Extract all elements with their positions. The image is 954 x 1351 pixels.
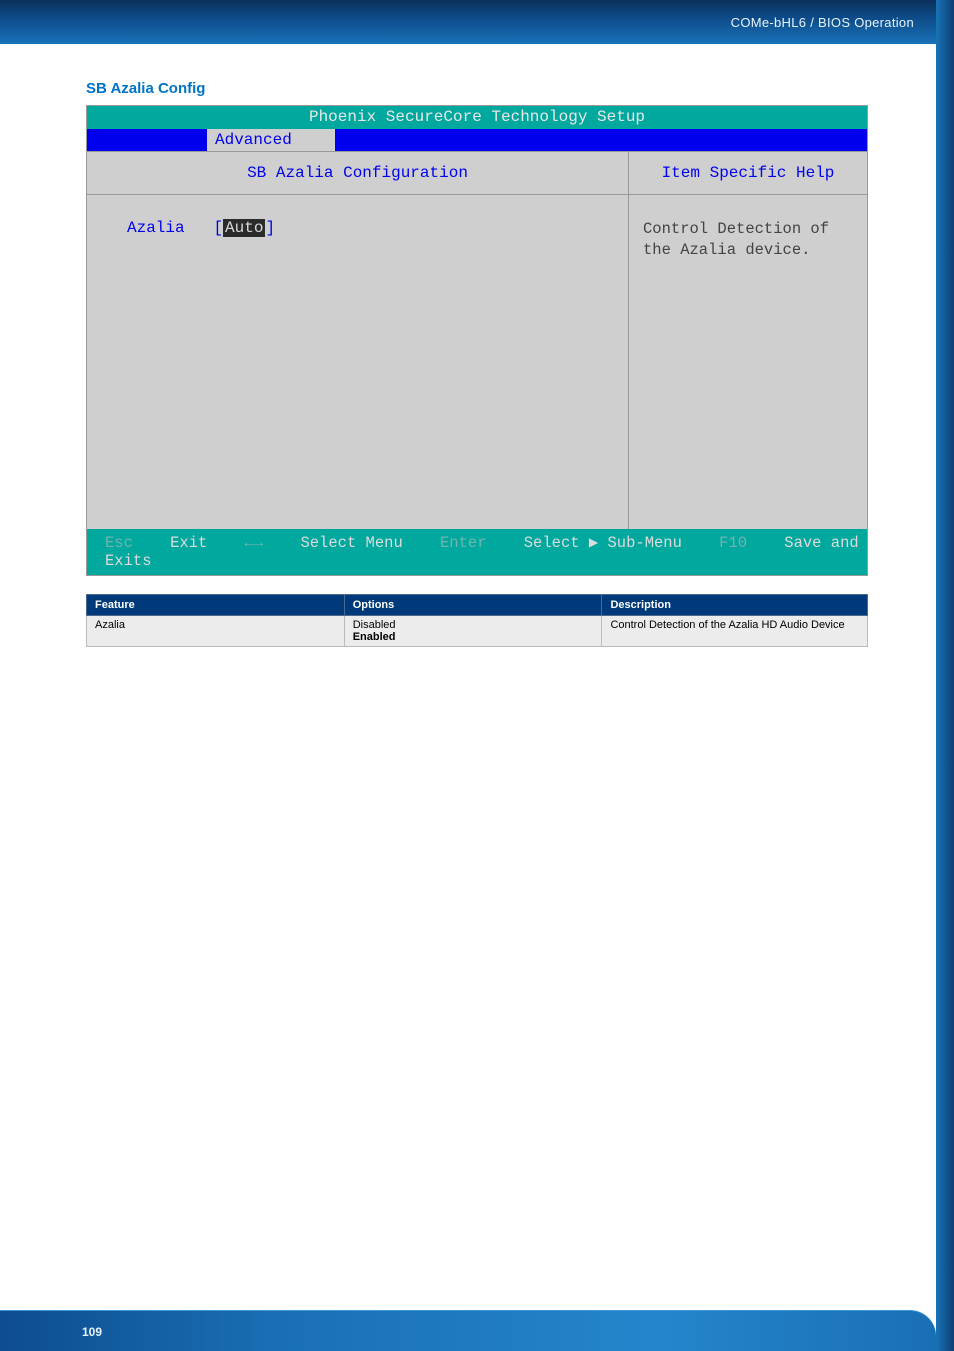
- bios-right-panel: Item Specific Help Control Detection of …: [629, 152, 867, 529]
- bios-footer-f10-key: F10: [719, 534, 747, 552]
- bios-left-panel: SB Azalia Configuration Azalia [Auto]: [87, 152, 629, 529]
- bios-help-line1: Control Detection of: [643, 220, 829, 238]
- content-area: SB Azalia Config Phoenix SecureCore Tech…: [86, 80, 868, 647]
- header-text: COMe-bHL6 / BIOS Operation: [731, 15, 914, 30]
- bios-setting-bracket-close: ]: [265, 219, 275, 237]
- bios-footer: Esc Exit ←→ Select Menu Enter Select ▶ S…: [87, 529, 867, 575]
- bios-setting-bracket-open: [: [213, 219, 223, 237]
- table-cell-feature: Azalia: [87, 616, 345, 647]
- bios-help-text: Control Detection of the Azalia device.: [629, 195, 867, 529]
- table-header-options: Options: [344, 595, 602, 616]
- table-row: Azalia Disabled Enabled Control Detectio…: [87, 616, 868, 647]
- bios-footer-exit: Exit: [170, 534, 207, 552]
- bios-screenshot: Phoenix SecureCore Technology Setup Adva…: [86, 105, 868, 576]
- feature-table: Feature Options Description Azalia Disab…: [86, 594, 868, 647]
- section-title: SB Azalia Config: [86, 80, 868, 97]
- header-inner: COMe-bHL6 / BIOS Operation: [0, 0, 936, 44]
- page-number: 109: [82, 1325, 102, 1339]
- footer-band: [0, 1310, 936, 1351]
- table-option-enabled: Enabled: [353, 631, 396, 643]
- bios-footer-esc-key: Esc: [105, 534, 133, 552]
- bios-tab-spacer: [87, 129, 207, 151]
- bios-setting-azalia[interactable]: Azalia [Auto]: [127, 219, 610, 237]
- bios-footer-enter-key: Enter: [440, 534, 487, 552]
- table-cell-options: Disabled Enabled: [344, 616, 602, 647]
- bios-footer-select-menu: Select Menu: [300, 534, 402, 552]
- bios-help-line2: the Azalia device.: [643, 241, 810, 259]
- arrows-icon: ←→: [245, 534, 264, 552]
- bios-title: Phoenix SecureCore Technology Setup: [87, 106, 867, 129]
- bios-right-title-text: Item Specific Help: [662, 164, 835, 182]
- bios-footer-select-sub: Select ▶ Sub-Menu: [524, 534, 682, 552]
- table-option-disabled: Disabled: [353, 619, 396, 631]
- table-header-feature: Feature: [87, 595, 345, 616]
- bios-setting-label: Azalia: [127, 219, 185, 237]
- right-gradient-strip: [936, 0, 954, 1351]
- table-header-row: Feature Options Description: [87, 595, 868, 616]
- page-container: COMe-bHL6 / BIOS Operation SB Azalia Con…: [0, 0, 954, 1351]
- bios-left-title-text: SB Azalia Configuration: [247, 164, 468, 182]
- table-cell-description: Control Detection of the Azalia HD Audio…: [602, 616, 868, 647]
- bios-tab-bar: Advanced: [87, 129, 867, 151]
- table-header-description: Description: [602, 595, 868, 616]
- bios-body: SB Azalia Configuration Azalia [Auto] It…: [87, 151, 867, 529]
- bios-left-title: SB Azalia Configuration: [87, 152, 628, 195]
- bios-tab-advanced[interactable]: Advanced: [207, 129, 335, 151]
- bios-right-title: Item Specific Help: [629, 152, 867, 195]
- bios-tab-advanced-label: Advanced: [215, 131, 292, 149]
- bios-settings-area: Azalia [Auto]: [87, 195, 628, 529]
- bios-setting-value[interactable]: Auto: [223, 219, 265, 237]
